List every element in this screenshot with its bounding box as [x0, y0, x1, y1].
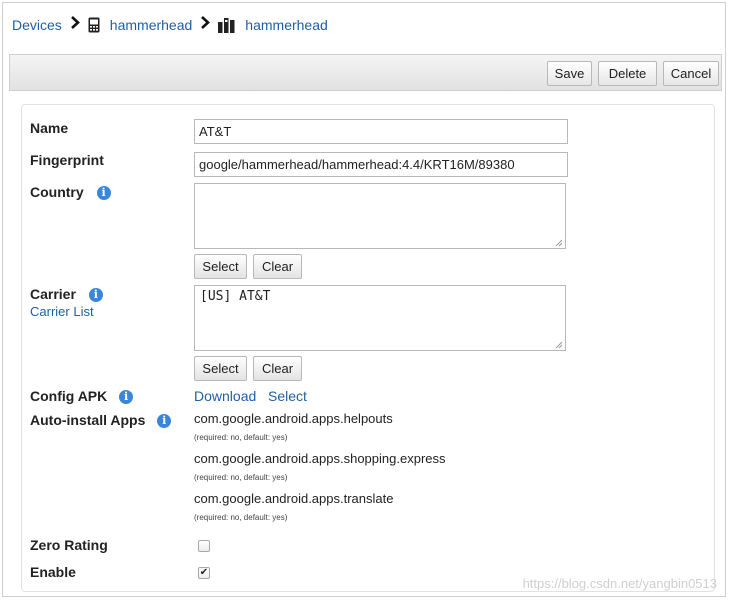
config-apk-label-text: Config APK — [30, 388, 108, 404]
app-name: com.google.android.apps.translate — [194, 491, 394, 506]
device-bars-icon — [218, 17, 235, 33]
country-select-button[interactable]: Select — [194, 254, 247, 279]
delete-button[interactable]: Delete — [598, 61, 657, 86]
zero-rating-label: Zero Rating — [30, 537, 108, 553]
breadcrumb-separator — [70, 14, 80, 34]
breadcrumb-device-detail-link[interactable]: hammerhead — [245, 17, 328, 33]
carrier-clear-button[interactable]: Clear — [253, 356, 302, 381]
breadcrumb: Devices hammerhead hammerhead — [3, 3, 725, 47]
breadcrumb-device-link[interactable]: hammerhead — [110, 17, 193, 33]
auto-install-label: Auto-install Apps i — [30, 412, 172, 428]
app-name: com.google.android.apps.shopping.express — [194, 451, 446, 466]
carrier-textarea[interactable] — [194, 285, 566, 351]
info-icon[interactable]: i — [157, 414, 172, 428]
app-name: com.google.android.apps.helpouts — [194, 411, 393, 426]
config-apk-label: Config APK i — [30, 388, 134, 404]
enable-label: Enable — [30, 564, 76, 580]
info-icon[interactable]: i — [119, 390, 134, 404]
breadcrumb-separator — [200, 14, 211, 34]
app-note: (required: no, default: yes) — [194, 473, 288, 482]
config-apk-download-link[interactable]: Download — [194, 388, 256, 404]
cancel-button[interactable]: Cancel — [663, 61, 719, 86]
zero-rating-checkbox[interactable] — [198, 540, 210, 552]
carrier-label: Carrier i — [30, 286, 103, 302]
name-input[interactable] — [194, 119, 568, 144]
fingerprint-label: Fingerprint — [30, 152, 104, 168]
fingerprint-input[interactable] — [194, 152, 568, 177]
app-note: (required: no, default: yes) — [194, 513, 288, 522]
enable-checkbox[interactable]: ✔ — [198, 567, 210, 579]
country-clear-button[interactable]: Clear — [253, 254, 302, 279]
page-frame: Devices hammerhead hammerhead Save Delet… — [2, 2, 726, 597]
country-textarea[interactable] — [194, 183, 566, 249]
breadcrumb-devices-link[interactable]: Devices — [12, 17, 62, 33]
app-note: (required: no, default: yes) — [194, 433, 288, 442]
info-icon[interactable]: i — [96, 186, 111, 200]
country-label-text: Country — [30, 184, 84, 200]
toolbar: Save Delete Cancel — [9, 54, 722, 91]
config-apk-select-link[interactable]: Select — [268, 388, 307, 404]
auto-install-label-text: Auto-install Apps — [30, 412, 146, 428]
save-button[interactable]: Save — [547, 61, 592, 86]
carrier-list-link[interactable]: Carrier List — [30, 304, 94, 319]
info-icon[interactable]: i — [88, 288, 103, 302]
carrier-label-text: Carrier — [30, 286, 76, 302]
carrier-select-button[interactable]: Select — [194, 356, 247, 381]
name-label: Name — [30, 120, 69, 136]
country-label: Country i — [30, 184, 111, 200]
phone-icon — [88, 17, 100, 33]
watermark: https://blog.csdn.net/yangbin0513 — [522, 576, 717, 591]
